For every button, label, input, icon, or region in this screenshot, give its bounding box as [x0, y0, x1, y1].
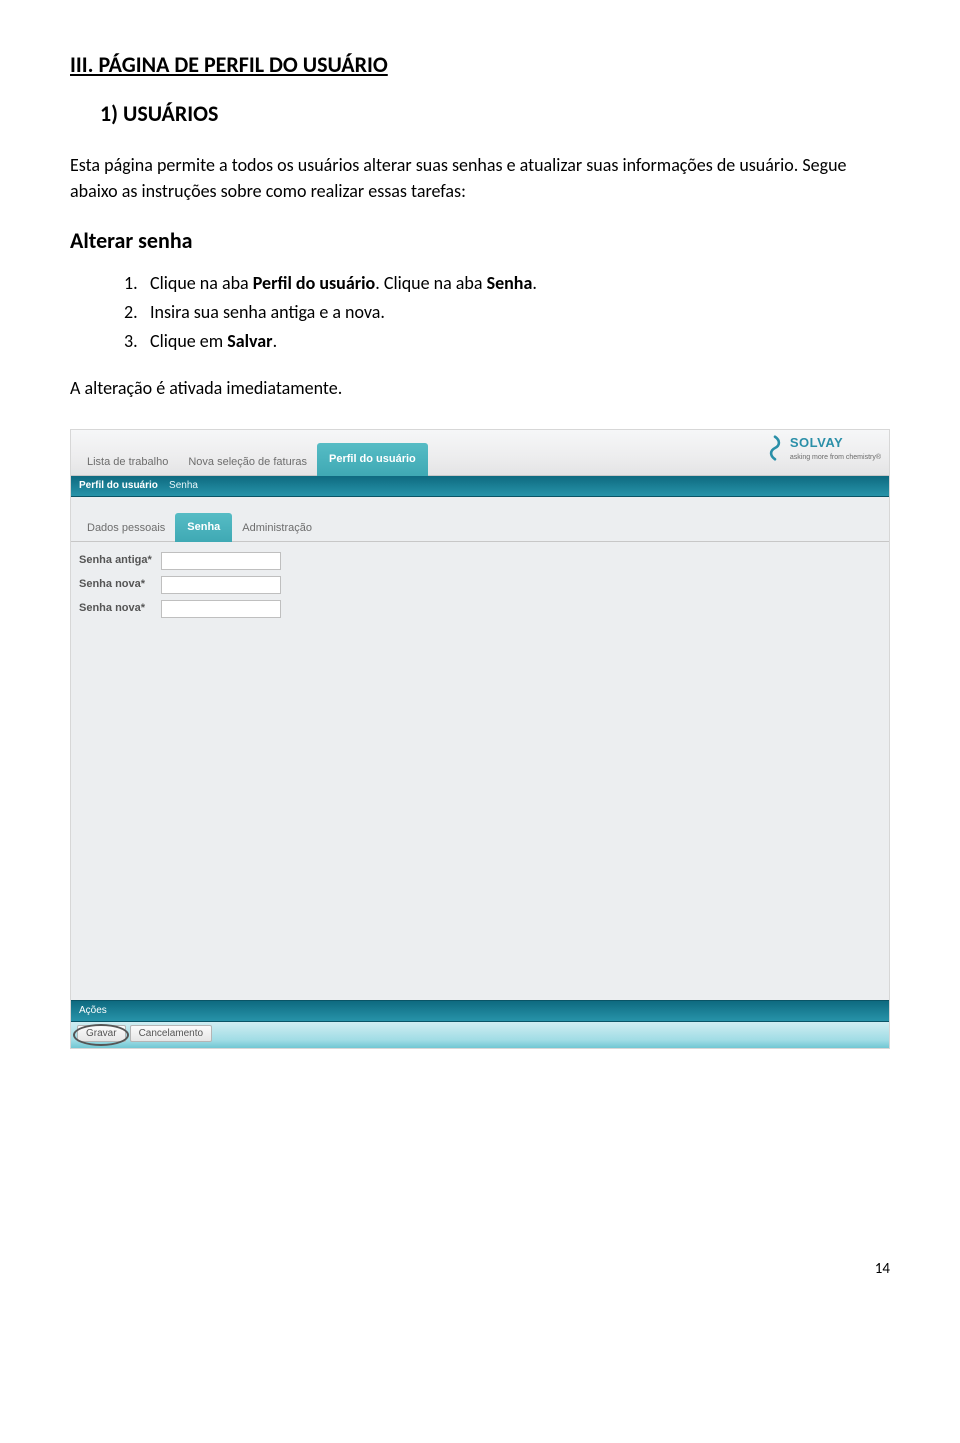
label-new-password: Senha nova*	[79, 577, 161, 592]
section-heading: III. PÁGINA DE PERFIL DO USUÁRIO	[70, 50, 890, 81]
step-text: Insira sua senha antiga e a nova.	[150, 300, 385, 325]
subtab-administration[interactable]: Administração	[232, 516, 322, 540]
actions-panel: Ações Gravar Cancelamento	[71, 1000, 889, 1048]
brand-tagline: asking more from chemistry®	[790, 453, 881, 463]
page-number: 14	[70, 1259, 890, 1280]
subtab-password[interactable]: Senha	[175, 513, 232, 541]
actions-buttons-row: Gravar Cancelamento	[71, 1022, 889, 1048]
cancel-button[interactable]: Cancelamento	[130, 1025, 212, 1042]
brand-logo: SOLVAY asking more from chemistry®	[766, 434, 881, 462]
label-old-password: Senha antiga*	[79, 553, 161, 568]
row-old-password: Senha antiga*	[79, 552, 881, 570]
step-text: Clique na aba Perfil do usuário. Clique …	[150, 271, 537, 296]
password-form: Senha antiga* Senha nova* Senha nova*	[71, 542, 889, 634]
tab-new-invoice-selection[interactable]: Nova seleção de faturas	[178, 449, 317, 475]
tab-user-profile[interactable]: Perfil do usuário	[317, 443, 428, 476]
subtabs-bar: Dados pessoais Senha Administração	[71, 505, 889, 541]
intro-paragraph: Esta página permite a todos os usuários …	[70, 152, 890, 204]
save-button[interactable]: Gravar	[77, 1025, 126, 1042]
step-2: 2. Insira sua senha antiga e a nova.	[124, 300, 890, 325]
step-3: 3. Clique em Salvar.	[124, 329, 890, 354]
ordered-steps: 1. Clique na aba Perfil do usuário. Cliq…	[124, 271, 890, 355]
closing-paragraph: A alteração é ativada imediatamente.	[70, 376, 890, 401]
breadcrumb: Perfil do usuário Senha	[71, 476, 889, 497]
actions-title: Ações	[71, 1000, 889, 1022]
input-new-password-confirm[interactable]	[161, 600, 281, 618]
input-old-password[interactable]	[161, 552, 281, 570]
breadcrumb-parent: Perfil do usuário	[79, 480, 158, 491]
subtab-personal-data[interactable]: Dados pessoais	[77, 516, 175, 540]
row-new-password: Senha nova*	[79, 576, 881, 594]
subsection-heading: 1) USUÁRIOS	[100, 99, 890, 130]
step-number: 1.	[124, 271, 150, 296]
step-1: 1. Clique na aba Perfil do usuário. Cliq…	[124, 271, 890, 296]
label-new-password-confirm: Senha nova*	[79, 601, 161, 616]
row-new-password-confirm: Senha nova*	[79, 600, 881, 618]
brand-name: SOLVAY	[790, 435, 843, 450]
solvay-mark-icon	[766, 435, 784, 461]
input-new-password[interactable]	[161, 576, 281, 594]
embedded-screenshot: Lista de trabalho Nova seleção de fatura…	[70, 429, 890, 1049]
step-number: 2.	[124, 300, 150, 325]
step-number: 3.	[124, 329, 150, 354]
step-text: Clique em Salvar.	[150, 329, 277, 354]
main-tabs-bar: Lista de trabalho Nova seleção de fatura…	[71, 430, 889, 476]
subsubheading: Alterar senha	[70, 226, 890, 257]
breadcrumb-current: Senha	[169, 480, 198, 491]
tab-worklist[interactable]: Lista de trabalho	[77, 449, 178, 475]
